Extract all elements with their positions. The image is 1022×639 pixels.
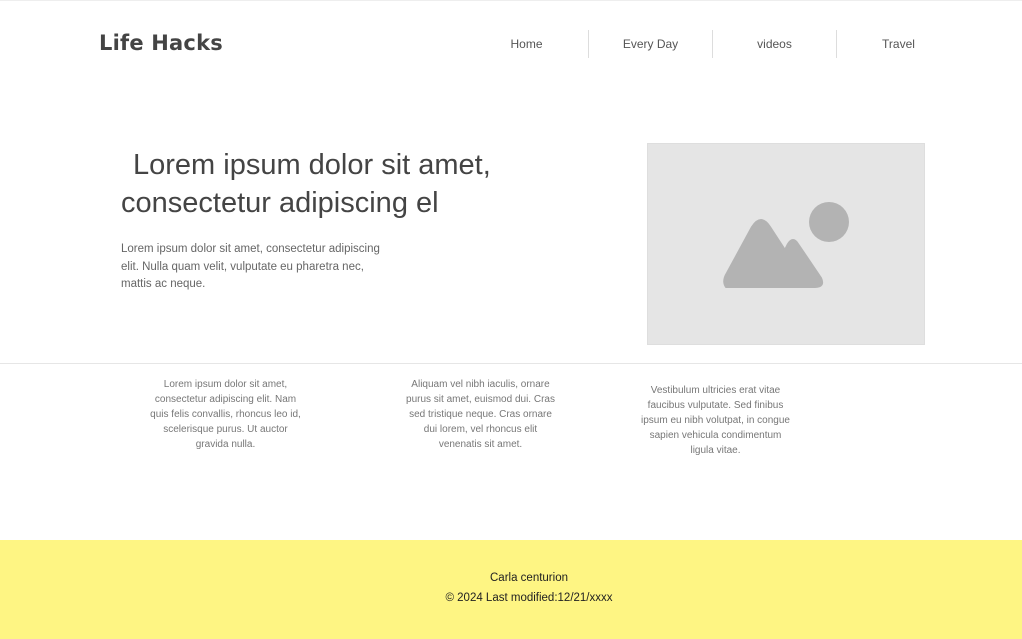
text-column-2: Aliquam vel nibh iaculis, ornare purus s… xyxy=(406,379,555,450)
site-header: Life Hacks Home Every Day videos Travel xyxy=(0,0,1022,90)
nav-item-videos[interactable]: videos xyxy=(713,30,836,58)
hero-title-line-1: Lorem ipsum dolor sit amet, xyxy=(133,149,491,181)
hero-description: Lorem ipsum dolor sit amet, consectetur … xyxy=(121,243,380,290)
main-nav: Home Every Day videos Travel xyxy=(465,30,960,58)
section-divider xyxy=(0,363,1022,364)
text-column-3: Vestibulum ultricies erat vitae faucibus… xyxy=(641,385,790,456)
hero-title-line-2: consectetur adipiscing el xyxy=(121,187,439,219)
footer-copyright: © 2024 Last modified:12/21/xxxx xyxy=(445,592,613,604)
site-footer: Carla centurion © 2024 Last modified:12/… xyxy=(0,540,1022,639)
nav-item-travel[interactable]: Travel xyxy=(837,30,960,58)
image-placeholder-icon xyxy=(723,202,849,288)
nav-item-every-day[interactable]: Every Day xyxy=(589,30,712,58)
text-column-1: Lorem ipsum dolor sit amet, consectetur … xyxy=(150,379,301,450)
nav-item-home[interactable]: Home xyxy=(465,30,588,58)
hero-title: Lorem ipsum dolor sit amet, consectetur … xyxy=(121,146,541,222)
site-logo[interactable]: Life Hacks xyxy=(99,31,223,55)
footer-author: Carla centurion xyxy=(490,572,568,584)
hero-image-placeholder xyxy=(647,143,925,345)
